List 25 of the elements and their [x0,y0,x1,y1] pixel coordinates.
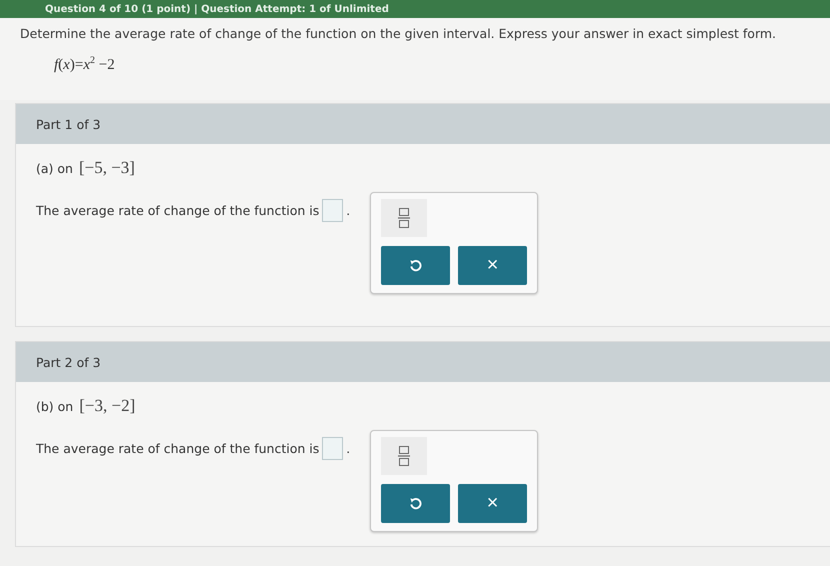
question-label: (a) on [36,160,73,176]
period-text: . [346,442,350,456]
instructions-text: Determine the average rate of change of the function on the given interval. Express your answer in exact simplest form. [20,26,778,41]
part-title: Part 2 of 3 [36,354,101,370]
fraction-icon [398,445,410,467]
answer-field[interactable] [322,199,344,222]
fraction-button[interactable] [381,437,428,475]
interval-text: [−3, −2] [79,396,136,416]
undo-icon [409,497,422,510]
clear-button[interactable]: × [458,246,528,285]
interval-text: [−5, −3] [78,158,135,178]
function-formula: f(x)=x$^{2}$ −2 [54,55,116,74]
undo-icon [409,259,422,272]
undo-button[interactable] [381,484,450,523]
question-label: (b) on [36,398,74,414]
answer-prompt: The average rate of change of the function is [36,441,320,456]
answer-prompt: The average rate of change of the function is [36,203,320,218]
part-title: Part 1 of 3 [36,116,101,132]
answer-field[interactable] [322,437,344,460]
fraction-button[interactable] [381,199,428,237]
undo-button[interactable] [381,246,450,285]
clear-button[interactable]: × [458,484,528,523]
fraction-icon [398,207,410,229]
question-info: Question 4 of 10 (1 point) | Question Attempt: 1 of Unlimited [45,4,389,14]
period-text: . [346,204,350,218]
